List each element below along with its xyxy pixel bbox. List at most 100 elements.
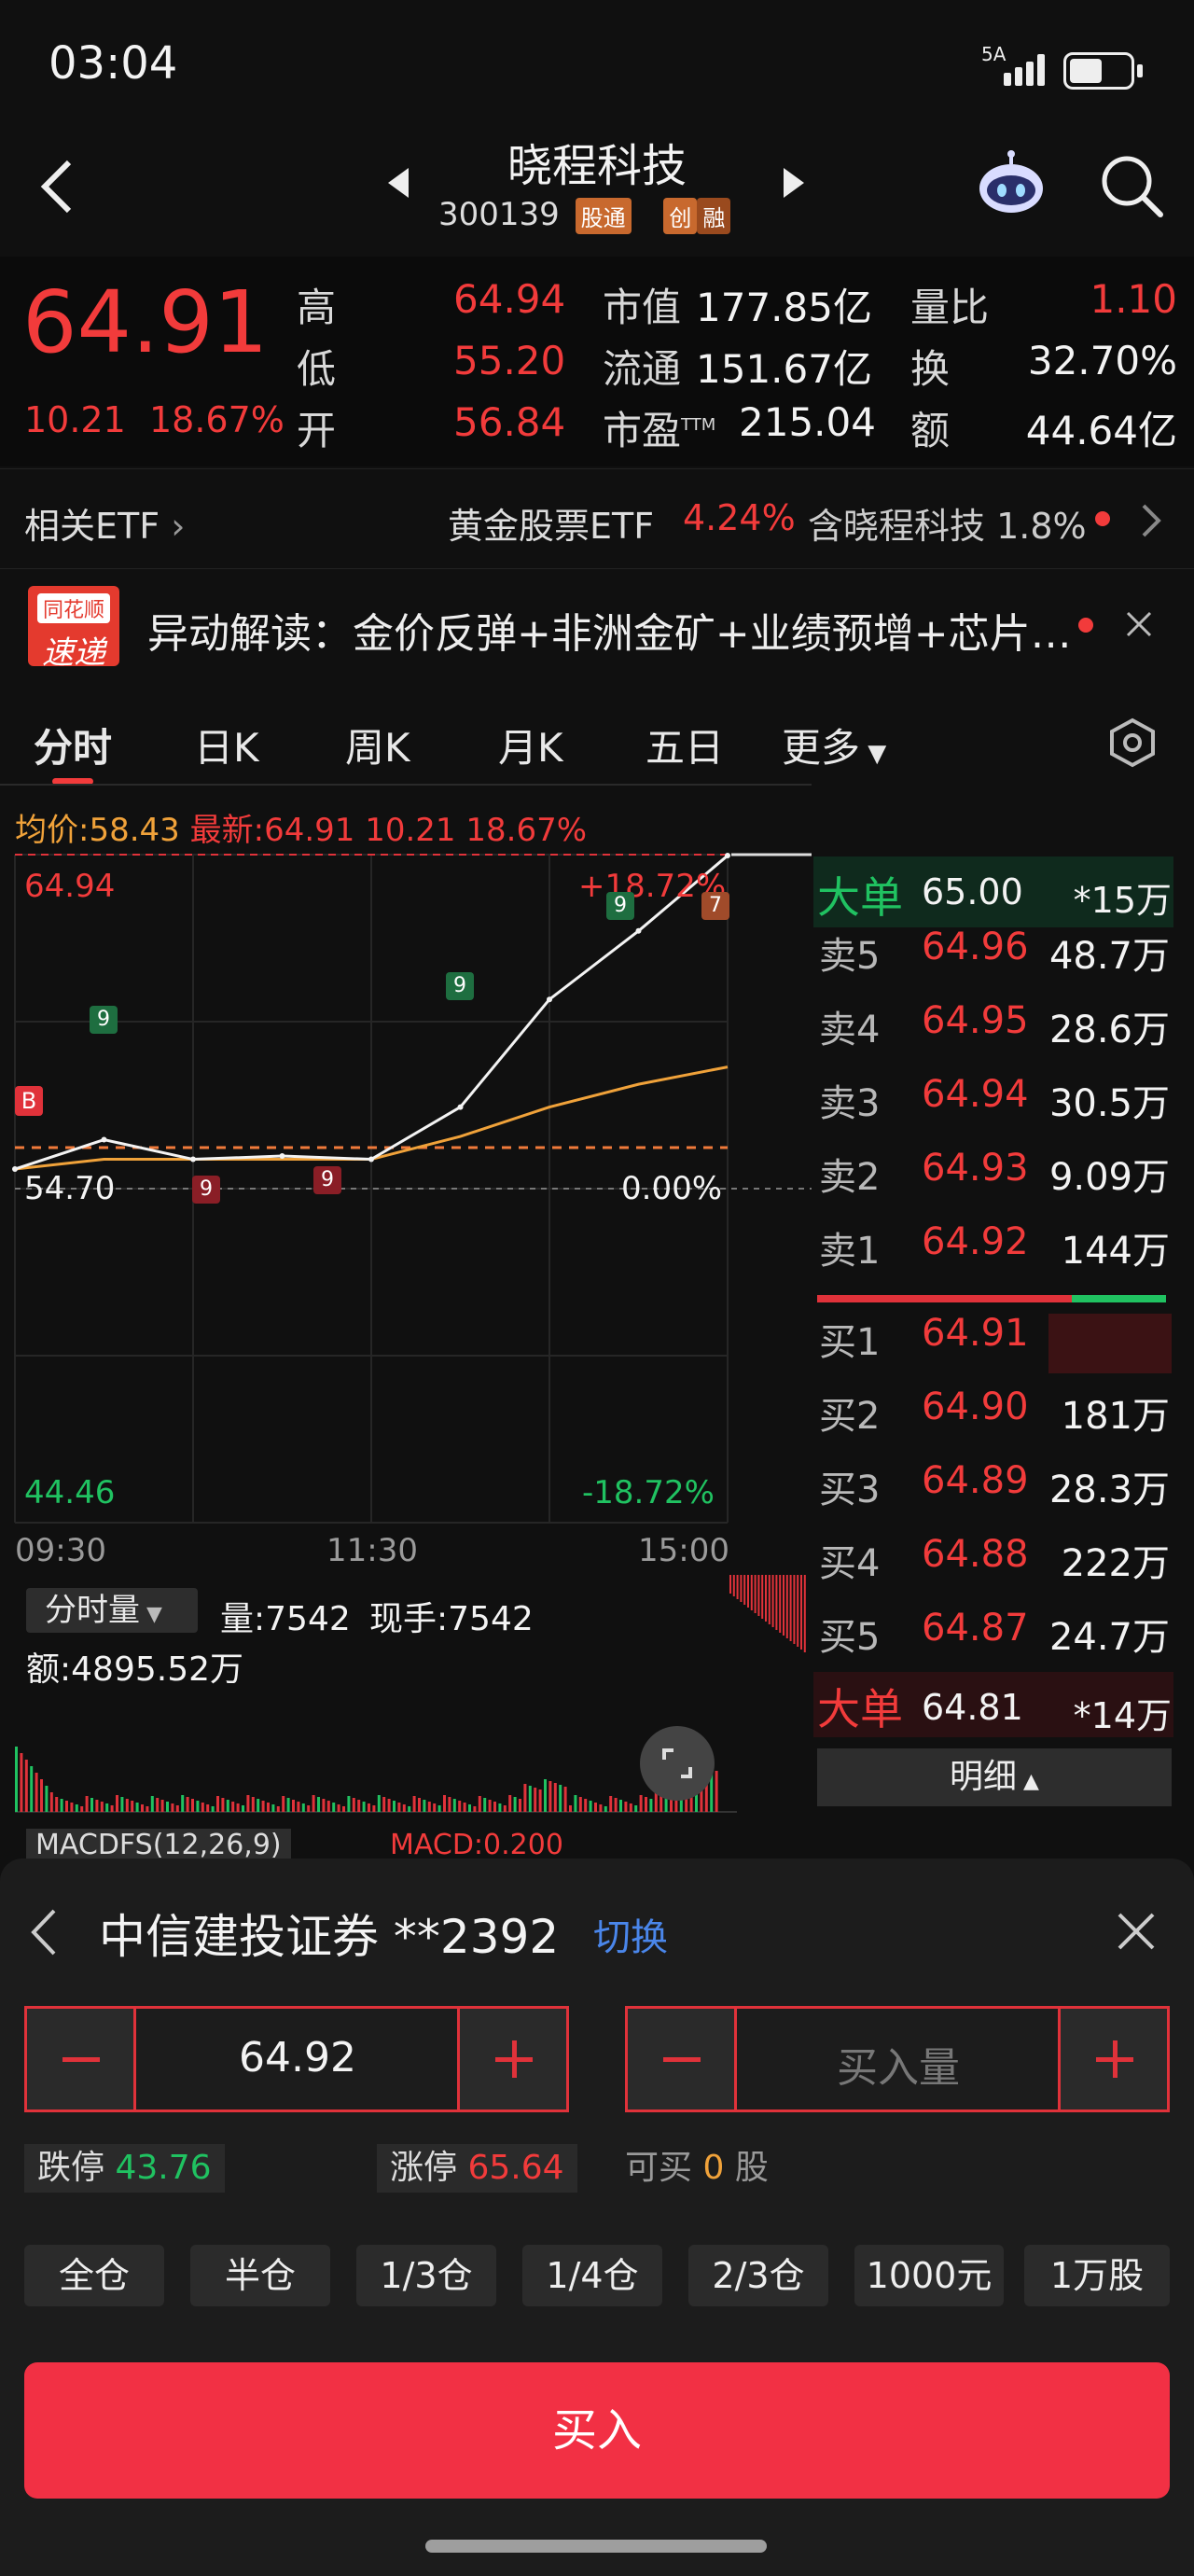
volume-selector[interactable]: 分时量 ▼ [26,1588,198,1633]
prev-stock-icon[interactable] [388,168,409,198]
buy-marker-b: B [15,1086,43,1116]
level-price: 64.90 [922,1385,1029,1428]
level-volume: 222万 [1061,1542,1170,1585]
volume-bar [100,1802,104,1812]
limit-up[interactable]: 涨停 65.64 [377,2144,577,2193]
volume-bar [175,1805,179,1812]
ask-level-4[interactable]: 卖4 64.95 28.6万 [813,999,1187,1055]
volume-bar [574,1795,577,1812]
price-plus-button[interactable] [460,2009,566,2110]
stock-name: 晓程科技 [507,140,687,192]
chip-full[interactable]: 全仓 [24,2245,164,2306]
qty-plus-button[interactable] [1061,2009,1167,2110]
chip-two-thirds[interactable]: 2/3仓 [688,2245,828,2306]
chevron-right-icon[interactable] [1140,502,1162,539]
chevron-right-icon: › [171,506,186,547]
close-icon[interactable] [1125,610,1153,638]
switch-account-link[interactable]: 切换 [593,1907,668,1961]
tab-weekly-k[interactable]: 周K [345,717,410,773]
alert-text[interactable]: 异动解读：金价反弹+非洲金矿+业绩预增+芯片… [147,600,1080,660]
volume-label: 量:7542 [220,1600,351,1638]
volume-bar [150,1796,154,1812]
price-point [101,1136,107,1143]
turnover-value: 32.70% [1027,338,1177,383]
open-label: 开 [297,408,337,453]
level-price: 64.93 [922,1147,1029,1190]
detail-button[interactable]: 明细 ▲ [817,1748,1172,1806]
volume-bar [236,1803,240,1812]
price-point [279,1153,285,1160]
tab-daily-k[interactable]: 日K [194,717,259,773]
volume-bar [116,1795,118,1812]
back-icon[interactable] [28,1907,60,1957]
volume-bar [191,1799,194,1812]
etf-label[interactable]: 相关ETF › [24,497,185,549]
back-icon[interactable] [37,159,78,215]
etf-name[interactable]: 黄金股票ETF [448,497,654,549]
cumulative-volume-bar [797,1575,799,1647]
volume-bar [513,1797,517,1812]
red-dot-icon [1095,511,1110,526]
tab-more[interactable]: 更多 ▼ [782,717,886,773]
volume-bar [624,1802,628,1812]
bid-level-2[interactable]: 买2 64.90 181万 [813,1385,1187,1441]
tab-five-day[interactable]: 五日 [646,717,724,773]
volume-bar [196,1801,200,1812]
volume-bar [221,1798,225,1812]
fullscreen-icon[interactable] [640,1726,715,1801]
tab-intraday[interactable]: 分时 [34,717,112,773]
level-volume: 144万 [1061,1230,1170,1273]
level-label: 买2 [819,1395,881,1438]
volume-bar [261,1801,265,1812]
buy-button[interactable]: 买入 [24,2362,1170,2499]
chip-1000-yuan[interactable]: 1000元 [854,2245,1004,2306]
y-axis-high: 64.94 [24,868,116,905]
volume-bar [347,1796,351,1812]
volume-bar [423,1800,426,1812]
qty-minus-button[interactable] [628,2009,734,2110]
settings-hexagon-icon[interactable] [1106,717,1159,769]
chip-third[interactable]: 1/3仓 [356,2245,496,2306]
volume-bar [90,1798,93,1812]
macd-selector[interactable]: MACDFS(12,26,9) [26,1829,291,1862]
volratio-value: 1.10 [1090,276,1177,322]
volume-bar [599,1804,603,1812]
price-minus-button[interactable] [27,2009,133,2110]
mktcap-label: 市值 [603,285,682,330]
search-icon[interactable] [1099,153,1164,218]
quantity-input[interactable]: 买入量 [737,2034,1060,2094]
volume-bar [110,1805,114,1812]
close-icon[interactable] [1116,1911,1157,1952]
level-price: 64.96 [922,926,1029,968]
ask-level-3[interactable]: 卖3 64.94 30.5万 [813,1073,1187,1129]
chip-quarter[interactable]: 1/4仓 [522,2245,662,2306]
next-stock-icon[interactable] [784,168,804,198]
volume-bar [251,1797,255,1812]
cumulative-volume-bar [736,1575,739,1599]
cumulative-volume-bar [740,1575,743,1602]
volume-bar [181,1795,185,1812]
ask-level-2[interactable]: 卖2 64.93 9.09万 [813,1147,1187,1203]
limit-down[interactable]: 跌停 43.76 [24,2144,225,2193]
volume-bar [146,1806,149,1812]
bid-level-4[interactable]: 买4 64.88 222万 [813,1533,1187,1589]
chip-half[interactable]: 半仓 [190,2245,330,2306]
ask-level-5[interactable]: 卖5 64.96 48.7万 [813,926,1187,982]
intraday-chart[interactable] [0,784,812,1859]
tab-monthly-k[interactable]: 月K [498,717,563,773]
level-label: 买5 [819,1616,881,1659]
bid-level-3[interactable]: 买3 64.89 28.3万 [813,1459,1187,1515]
cumulative-volume-bar [793,1575,796,1644]
bid-level-5[interactable]: 买5 64.87 24.7万 [813,1607,1187,1663]
robot-assistant-icon[interactable] [974,149,1048,218]
volume-bar [634,1805,638,1812]
price-input[interactable]: 64.92 [136,2034,459,2082]
pe-label: 市盈TTM [603,408,716,453]
chip-10k-shares[interactable]: 1万股 [1024,2245,1170,2306]
volume-bar [519,1799,521,1812]
big-buy-label: 大单 [817,1684,903,1734]
volume-bar [553,1783,557,1812]
volume-bar [301,1803,305,1812]
ask-level-1[interactable]: 卖1 64.92 144万 [813,1220,1187,1276]
big-sell-price: 65.00 [922,871,1023,912]
